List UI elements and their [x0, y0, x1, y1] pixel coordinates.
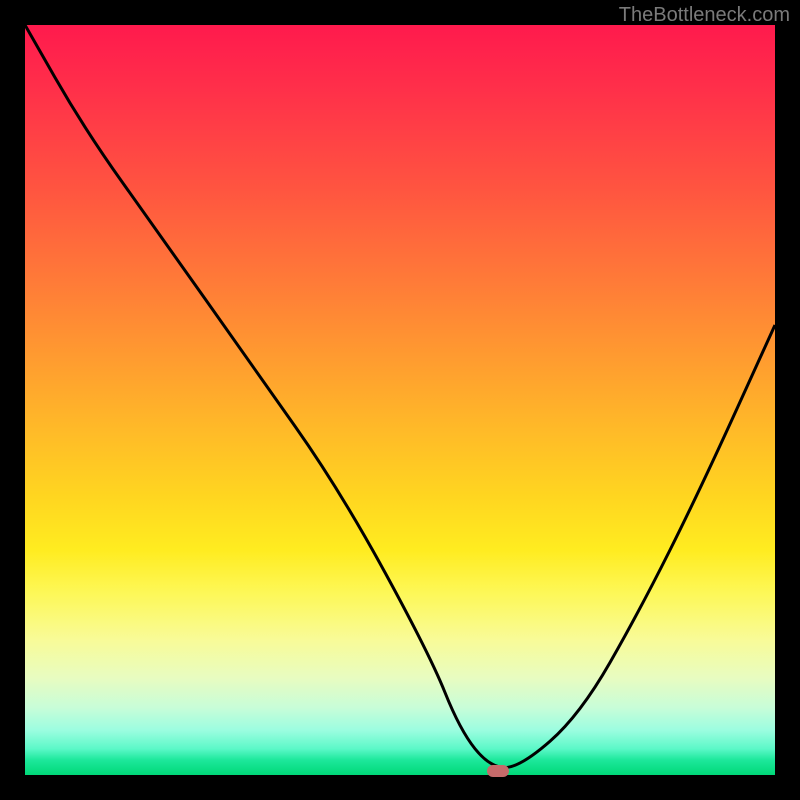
chart-container: TheBottleneck.com: [0, 0, 800, 800]
optimal-point-marker: [487, 765, 509, 777]
watermark-text: TheBottleneck.com: [619, 4, 790, 27]
plot-background-gradient: [25, 25, 775, 775]
